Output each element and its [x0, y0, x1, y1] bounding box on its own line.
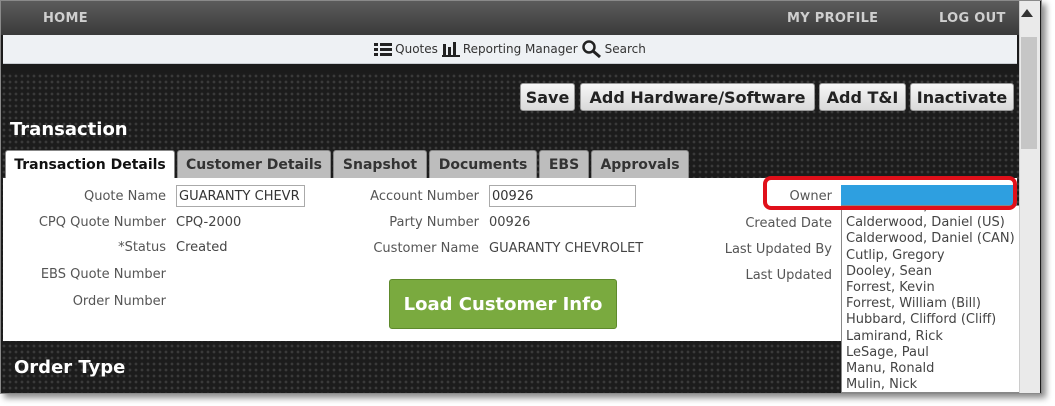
- status-value: Created: [176, 240, 228, 255]
- save-button[interactable]: Save: [520, 83, 575, 111]
- owner-option[interactable]: Lamirand, Rick: [842, 329, 1020, 345]
- ebs-quote-number-label: EBS Quote Number: [40, 267, 166, 282]
- owner-highlight-box: [763, 176, 1017, 210]
- owner-option[interactable]: Calderwood, Daniel (US): [842, 215, 1020, 231]
- section-title-transaction: Transaction: [10, 119, 128, 140]
- status-label: *Status: [118, 240, 166, 255]
- app-window: HOME MY PROFILE LOG OUT Quotes Reporting…: [0, 0, 1042, 394]
- nav-my-profile-link[interactable]: MY PROFILE: [787, 11, 878, 26]
- last-updated-label: Last Updated: [745, 268, 832, 283]
- tab-documents[interactable]: Documents: [429, 150, 537, 178]
- subnav-quotes-label: Quotes: [395, 42, 438, 56]
- owner-option[interactable]: LeSage, Paul: [842, 345, 1020, 361]
- list-icon: [374, 43, 393, 56]
- tab-snapshot[interactable]: Snapshot: [333, 150, 427, 178]
- quote-name-input[interactable]: [176, 185, 305, 207]
- add-hardware-software-button[interactable]: Add Hardware/Software: [580, 83, 815, 111]
- owner-option[interactable]: Forrest, William (Bill): [842, 296, 1020, 312]
- owner-option[interactable]: Dooley, Sean: [842, 264, 1020, 280]
- last-updated-by-label: Last Updated By: [724, 242, 832, 257]
- owner-option[interactable]: Cutlip, Gregory: [842, 248, 1020, 264]
- tab-customer-details[interactable]: Customer Details: [177, 150, 331, 178]
- account-number-input[interactable]: [489, 185, 636, 207]
- quote-name-label: Quote Name: [83, 189, 166, 204]
- account-number-label: Account Number: [370, 189, 479, 204]
- subnav-reporting-label: Reporting Manager: [462, 42, 578, 56]
- owner-option[interactable]: Forrest, Kevin: [842, 280, 1020, 296]
- tab-ebs[interactable]: EBS: [539, 150, 589, 178]
- search-icon: [581, 40, 601, 58]
- subnav-reporting[interactable]: Reporting Manager: [441, 41, 578, 57]
- owner-option[interactable]: Calderwood, Daniel (CAN): [842, 231, 1020, 247]
- inactivate-button[interactable]: Inactivate: [910, 83, 1014, 111]
- owner-option[interactable]: Manu, Ronald: [842, 361, 1020, 377]
- bar-chart-icon: [441, 42, 460, 57]
- customer-name-value: GUARANTY CHEVROLET: [489, 241, 644, 256]
- owner-dropdown-list[interactable]: Anderson III, Patrick Calderwood, Daniel …: [841, 205, 1021, 393]
- party-number-value: 00926: [489, 215, 531, 230]
- party-number-label: Party Number: [389, 215, 479, 230]
- cpq-quote-number-value: CPQ-2000: [176, 215, 242, 230]
- created-date-label: Created Date: [745, 216, 832, 231]
- nav-log-out-link[interactable]: LOG OUT: [939, 11, 1006, 26]
- owner-option[interactable]: Mulin, Nick: [842, 377, 1020, 392]
- sub-nav-bar: Quotes Reporting Manager Search: [3, 35, 1017, 64]
- nav-home-link[interactable]: HOME: [43, 11, 88, 26]
- scrollbar-thumb[interactable]: [1021, 37, 1037, 149]
- tab-transaction-details[interactable]: Transaction Details: [5, 150, 175, 179]
- cpq-quote-number-label: CPQ Quote Number: [38, 215, 166, 230]
- customer-name-label: Customer Name: [373, 241, 479, 256]
- load-customer-info-button[interactable]: Load Customer Info: [389, 279, 617, 329]
- order-number-label: Order Number: [72, 294, 166, 309]
- subnav-search-label: Search: [604, 42, 646, 56]
- subnav-search[interactable]: Search: [581, 40, 646, 58]
- section-title-order-type: Order Type: [14, 357, 126, 378]
- top-nav-bar: HOME MY PROFILE LOG OUT: [1, 1, 1019, 35]
- tab-approvals[interactable]: Approvals: [591, 150, 689, 178]
- subnav-quotes[interactable]: Quotes: [374, 42, 438, 56]
- owner-option[interactable]: Hubbard, Clifford (Cliff): [842, 312, 1020, 328]
- scroll-up-arrow-icon[interactable]: [1021, 9, 1033, 17]
- add-ti-button[interactable]: Add T&I: [819, 83, 906, 111]
